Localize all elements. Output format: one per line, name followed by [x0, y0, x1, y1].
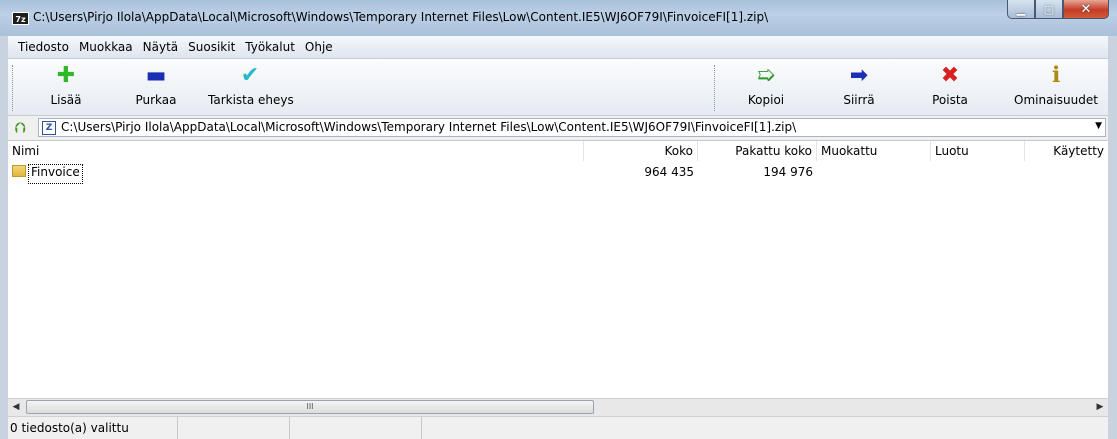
window-title: C:\Users\Pirjo Ilola\AppData\Local\Micro…: [33, 10, 769, 24]
toolbar-grip[interactable]: [12, 65, 16, 111]
status-cell-2: [178, 417, 290, 439]
address-bar: ⮉ Z C:\Users\Pirjo Ilola\AppData\Local\M…: [8, 117, 1108, 139]
plus-icon: ✚: [56, 63, 76, 88]
horizontal-scrollbar[interactable]: ◀ III ▶: [8, 398, 1108, 416]
address-path[interactable]: C:\Users\Pirjo Ilola\AppData\Local\Micro…: [61, 120, 796, 134]
properties-button[interactable]: ℹ Ominaisuudet: [1008, 63, 1104, 108]
toolbar: ✚ Lisää ▬ Purkaa ✔ Tarkista eheys ➯ Kopi…: [8, 59, 1108, 116]
menu-tools[interactable]: Työkalut: [240, 40, 300, 54]
status-bar: 0 tiedosto(a) valittu: [8, 416, 1108, 439]
add-label: Lisää: [50, 93, 82, 107]
column-header-accessed[interactable]: Käytetty: [1025, 141, 1108, 161]
move-button[interactable]: ➡ Siirrä: [824, 63, 894, 108]
menu-file[interactable]: Tiedosto: [8, 40, 74, 54]
column-header-created[interactable]: Luotu: [931, 141, 1025, 161]
minimize-icon: ▁: [1016, 2, 1026, 16]
archive-icon: Z: [42, 121, 56, 135]
up-arrow-icon: ⮉: [14, 119, 26, 137]
close-icon: ✕: [1080, 1, 1092, 17]
copy-button[interactable]: ➯ Kopioi: [731, 63, 801, 108]
close-button[interactable]: ✕: [1063, 0, 1109, 19]
minus-icon: ▬: [145, 63, 167, 88]
menu-bar: Tiedosto Muokkaa Näytä Suosikit Työkalut…: [8, 36, 1108, 59]
properties-label: Ominaisuudet: [1014, 93, 1098, 107]
column-header-modified[interactable]: Muokattu: [817, 141, 931, 161]
row-modified: [821, 163, 931, 181]
folder-icon: [12, 165, 26, 177]
up-folder-button[interactable]: ⮉: [11, 119, 29, 137]
status-cell-3: [290, 417, 422, 439]
move-arrow-icon: ➡: [849, 63, 869, 88]
scrollbar-thumb[interactable]: III: [26, 400, 594, 414]
delete-x-icon: ✖: [940, 63, 960, 88]
maximize-icon: ▢: [1043, 2, 1055, 16]
scroll-left-icon[interactable]: ◀: [8, 399, 24, 416]
info-icon: ℹ: [1051, 63, 1061, 88]
title-bar: 7z C:\Users\Pirjo Ilola\AppData\Local\Mi…: [0, 0, 1117, 36]
menu-edit[interactable]: Muokkaa: [74, 40, 138, 54]
minimize-button[interactable]: ▁: [1007, 0, 1035, 19]
test-button[interactable]: ✔ Tarkista eheys: [208, 63, 294, 108]
row-packed-size: 194 976: [763, 165, 813, 179]
move-label: Siirrä: [843, 93, 875, 107]
add-button[interactable]: ✚ Lisää: [31, 63, 101, 108]
status-selection: 0 tiedosto(a) valittu: [8, 417, 178, 439]
menu-help[interactable]: Ohje: [300, 40, 338, 54]
column-header-size[interactable]: Koko: [584, 141, 698, 161]
window-frame: Tiedosto Muokkaa Näytä Suosikit Työkalut…: [8, 36, 1108, 439]
copy-label: Kopioi: [747, 93, 785, 107]
delete-button[interactable]: ✖ Poista: [915, 63, 985, 108]
scroll-right-icon[interactable]: ▶: [1092, 399, 1108, 416]
copy-arrow-icon: ➯: [756, 63, 776, 88]
row-created: [935, 163, 1025, 181]
checkmark-icon: ✔: [240, 63, 260, 88]
extract-label: Purkaa: [135, 93, 177, 107]
extract-button[interactable]: ▬ Purkaa: [121, 63, 191, 108]
row-size: 964 435: [644, 165, 694, 179]
test-label: Tarkista eheys: [208, 93, 294, 107]
chevron-down-icon[interactable]: ▼: [1095, 121, 1102, 131]
table-row[interactable]: Finvoice 964 435 194 976: [8, 163, 1108, 184]
row-accessed: [1029, 163, 1108, 181]
app-icon: 7z: [12, 12, 29, 25]
column-header-name[interactable]: Nimi: [8, 141, 584, 161]
row-name[interactable]: Finvoice: [28, 164, 83, 184]
menu-favorites[interactable]: Suosikit: [183, 40, 240, 54]
window-controls: ▁ ▢ ✕: [1007, 0, 1109, 20]
file-list[interactable]: Nimi Koko Pakattu koko Muokattu Luotu Kä…: [8, 140, 1108, 399]
menu-view[interactable]: Näytä: [138, 40, 184, 54]
address-combobox[interactable]: Z C:\Users\Pirjo Ilola\AppData\Local\Mic…: [38, 118, 1106, 137]
maximize-button[interactable]: ▢: [1035, 0, 1063, 19]
toolbar-grip-2[interactable]: [714, 65, 718, 111]
column-header-packed-size[interactable]: Pakattu koko: [698, 141, 817, 161]
delete-label: Poista: [932, 93, 968, 107]
